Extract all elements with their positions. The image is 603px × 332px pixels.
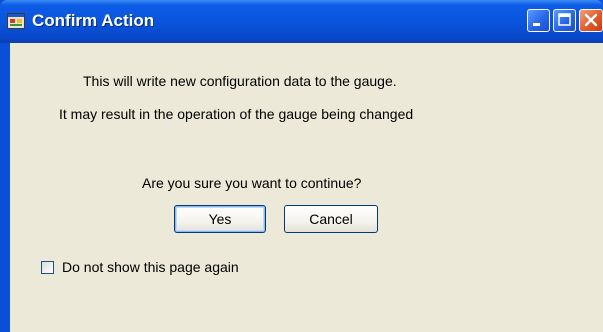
yes-button[interactable]: Yes (174, 205, 266, 233)
do-not-show-again-label[interactable]: Do not show this page again (62, 259, 239, 275)
dialog-body: This will write new configuration data t… (10, 43, 603, 332)
window-title: Confirm Action (32, 11, 155, 30)
close-button[interactable] (579, 9, 603, 32)
title-bar[interactable]: Confirm Action (0, 0, 603, 43)
message-line-2: It may result in the operation of the ga… (59, 106, 414, 122)
message-line-1: This will write new configuration data t… (83, 73, 397, 89)
maximize-button[interactable] (553, 9, 576, 32)
dialog-window: Confirm Action This will write new confi… (0, 0, 603, 332)
minimize-button[interactable] (527, 9, 550, 32)
do-not-show-again-checkbox[interactable] (41, 260, 54, 274)
application-icon (7, 13, 25, 29)
do-not-show-again-option[interactable]: Do not show this page again (41, 258, 239, 276)
cancel-button[interactable]: Cancel (284, 205, 378, 233)
confirmation-question: Are you sure you want to continue? (142, 175, 362, 191)
